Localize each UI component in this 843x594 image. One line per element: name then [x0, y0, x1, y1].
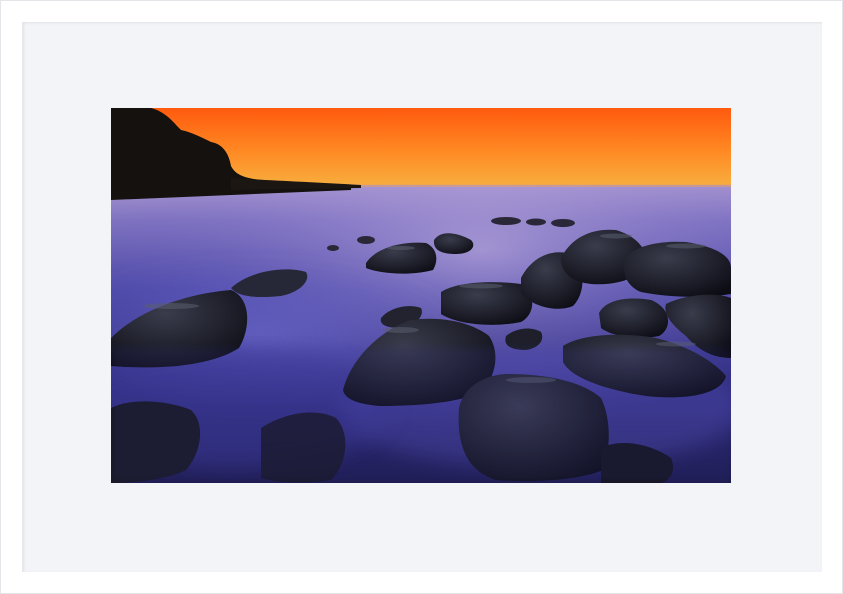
framed-photograph: [111, 108, 731, 483]
picture-frame: [0, 0, 843, 594]
seascape-image: [111, 108, 731, 483]
